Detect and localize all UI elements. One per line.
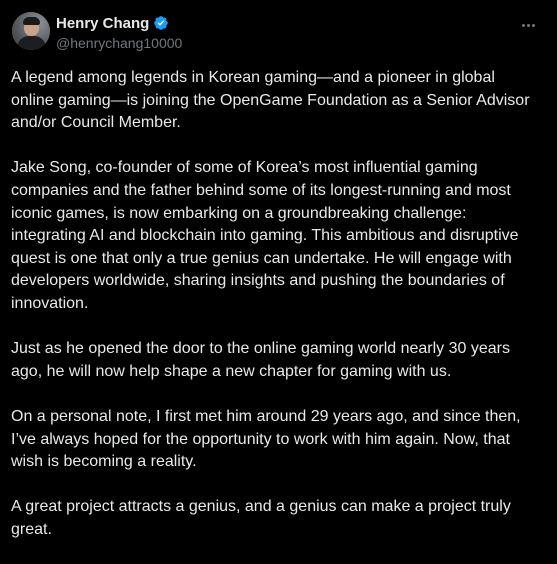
avatar[interactable] xyxy=(12,12,50,50)
avatar-body xyxy=(17,36,46,50)
more-dot xyxy=(526,23,530,27)
display-name-row: Henry Chang xyxy=(56,14,182,32)
verified-badge-icon xyxy=(154,16,169,30)
post-paragraph: On a personal note, I first met him arou… xyxy=(11,407,521,471)
post-paragraph: Jake Song, co-founder of some of Korea’s… xyxy=(11,159,519,312)
post-header: Henry Chang @henrychang10000 xyxy=(12,12,545,52)
more-dot xyxy=(531,23,535,27)
author-info: Henry Chang @henrychang10000 xyxy=(56,14,182,52)
post-paragraph: Just as he opened the door to the online… xyxy=(11,340,510,380)
post-paragraph: A legend among legends in Korean gaming—… xyxy=(11,69,530,132)
avatar-hair xyxy=(23,17,40,25)
author-display-name[interactable]: Henry Chang xyxy=(56,15,149,32)
author-handle[interactable]: @henrychang10000 xyxy=(56,35,182,51)
more-horizontal-icon[interactable] xyxy=(517,14,539,36)
post: Henry Chang @henrychang10000 A legend am… xyxy=(0,0,557,541)
more-dot xyxy=(521,23,525,27)
post-text: A legend among legends in Korean gaming—… xyxy=(11,67,531,564)
post-paragraph: A great project attracts a genius, and a… xyxy=(11,498,511,538)
